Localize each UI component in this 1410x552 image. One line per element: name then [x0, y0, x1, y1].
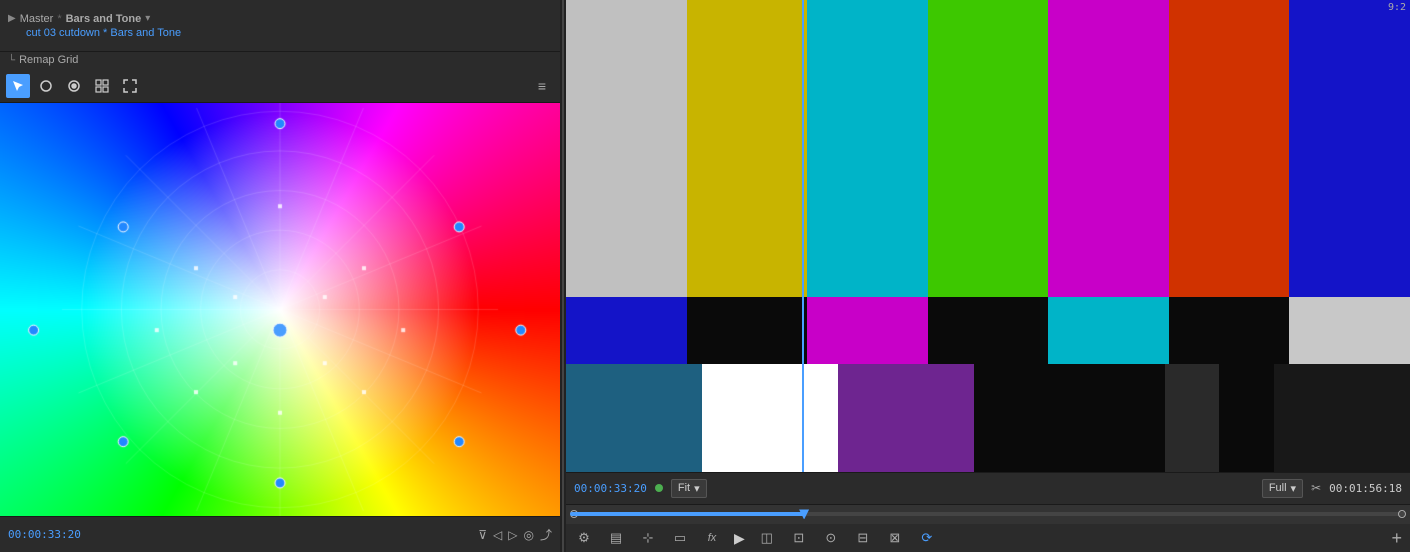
filter-icon[interactable]: ⊽	[478, 528, 487, 542]
playback-controls-row: 00:00:33:20 Fit ▾ Full ▾ ✂ 00:01:56:18	[566, 473, 1410, 505]
fit-label: Fit	[678, 482, 690, 494]
badge-text: 9:2	[1388, 2, 1406, 13]
bot-black1	[974, 364, 1110, 472]
left-panel: ▶ Master * Bars and Tone ▾ cut 03 cutdow…	[0, 0, 560, 552]
remap-row: └ Remap Grid	[0, 52, 560, 70]
remap-indent: └	[8, 55, 15, 66]
smpte-top-row	[566, 0, 1410, 297]
bot-near-black	[1274, 364, 1410, 472]
breadcrumb-title[interactable]: Bars and Tone	[66, 13, 142, 25]
timecode-left: 00:00:33:20	[8, 528, 81, 541]
quality-dropdown-arrow: ▾	[1291, 482, 1297, 495]
smpte-middle-row	[566, 297, 1410, 364]
bot-dark-gray	[1165, 364, 1219, 472]
playhead-indicator-video	[802, 0, 804, 472]
menu-icon: ≡	[538, 78, 546, 94]
divider-line	[562, 0, 564, 552]
bar-cyan	[807, 0, 928, 297]
smpte-bottom-row	[566, 364, 1410, 472]
mid-black3	[1169, 297, 1290, 364]
circle-tool-button[interactable]	[34, 74, 58, 98]
mid-black1	[687, 297, 808, 364]
bar-gray	[566, 0, 687, 297]
layout-icon[interactable]: ⊠	[885, 528, 905, 548]
bot-purple	[838, 364, 974, 472]
scissors-icon[interactable]: ✂	[1311, 481, 1321, 495]
bot-white	[702, 364, 838, 472]
smpte-bars	[566, 0, 1410, 472]
bot-black2	[1111, 364, 1165, 472]
scrubber-fill	[570, 512, 804, 516]
mid-blue	[566, 297, 687, 364]
mask-icon[interactable]: ▭	[670, 528, 690, 548]
cut-label[interactable]: cut 03 cutdown * Bars and Tone	[26, 27, 181, 39]
motion-icon[interactable]: ⟳	[917, 528, 937, 548]
color-wheel-container[interactable]	[0, 103, 560, 516]
bar-red	[1169, 0, 1290, 297]
remap-label[interactable]: Remap Grid	[19, 54, 78, 66]
breadcrumb-master: Master	[20, 13, 54, 25]
bottom-icons: ⊽ ◁ ▷ ◎ ⤴	[478, 526, 552, 543]
breadcrumb-sep1: *	[57, 13, 61, 25]
timecode-display-right[interactable]: 00:01:56:18	[1329, 482, 1402, 495]
scrubber-dot-right	[1398, 510, 1406, 518]
add-icon[interactable]: +	[1391, 528, 1402, 549]
bot-black3	[1219, 364, 1273, 472]
breadcrumb-arrow: ▶	[8, 13, 16, 24]
bottom-toolbar: ⚙ ▤ ⊹ ▭ fx ▶ ◫ ⊡ ⊙ ⊟ ⊠ ⟳ +	[566, 524, 1410, 552]
bar-green	[928, 0, 1049, 297]
video-preview: 9:2	[566, 0, 1410, 472]
point-tool-button[interactable]	[62, 74, 86, 98]
fit-dropdown[interactable]: Fit ▾	[671, 479, 707, 498]
bar-blue	[1289, 0, 1410, 297]
bar-magenta	[1048, 0, 1169, 297]
green-dot	[655, 484, 663, 492]
dropdown-arrow: ▾	[145, 13, 150, 24]
multicam-icon[interactable]: ⊟	[853, 528, 873, 548]
settings-icon[interactable]: ⚙	[574, 528, 594, 548]
color-wheel-canvas[interactable]	[0, 103, 560, 516]
breadcrumb: ▶ Master * Bars and Tone ▾	[8, 13, 552, 25]
step-back-icon[interactable]: ◁	[493, 528, 502, 542]
fit-dropdown-arrow: ▾	[694, 482, 700, 495]
camera-icon[interactable]: ⊙	[821, 528, 841, 548]
mid-black2	[928, 297, 1049, 364]
slip-icon[interactable]: ⊡	[789, 528, 809, 548]
left-bottom-bar: 00:00:33:20 ⊽ ◁ ▷ ◎ ⤴	[0, 516, 560, 552]
mid-magenta	[807, 297, 928, 364]
circle-icon-bottom[interactable]: ◎	[524, 528, 534, 542]
snap-icon[interactable]: ⊹	[638, 528, 658, 548]
scrubber-track[interactable]	[570, 512, 1406, 516]
right-panel: 9:2 00:00:33:20 Fit ▾ Full ▾ ✂ 00:01:56:…	[566, 0, 1410, 552]
menu-button[interactable]: ≡	[530, 74, 554, 98]
play-icon[interactable]: ▶	[734, 530, 745, 547]
top-bar: ▶ Master * Bars and Tone ▾ cut 03 cutdow…	[0, 0, 560, 52]
edit-icon[interactable]: ▤	[606, 528, 626, 548]
toolbar: ≡	[0, 70, 560, 103]
step-forward-icon[interactable]: ▷	[508, 528, 517, 542]
quality-dropdown[interactable]: Full ▾	[1262, 479, 1303, 498]
quality-label: Full	[1269, 482, 1287, 494]
timecode-display-left[interactable]: 00:00:33:20	[574, 482, 647, 495]
select-tool-button[interactable]	[6, 74, 30, 98]
grid-tool-button[interactable]	[90, 74, 114, 98]
timeline-scrubber[interactable]	[566, 505, 1410, 525]
bar-yellow	[687, 0, 808, 297]
trim-icon[interactable]: ◫	[757, 528, 777, 548]
fx-icon[interactable]: fx	[702, 528, 722, 548]
expand-tool-button[interactable]	[118, 74, 142, 98]
export-icon[interactable]: ⤴	[540, 526, 552, 543]
breadcrumb-row2: cut 03 cutdown * Bars and Tone	[8, 27, 552, 39]
timeline-area: 00:00:33:20 Fit ▾ Full ▾ ✂ 00:01:56:18	[566, 472, 1410, 552]
mid-gray	[1289, 297, 1410, 364]
bot-dark-cyan	[566, 364, 702, 472]
mid-cyan	[1048, 297, 1169, 364]
timecode-badge: 9:2	[1384, 0, 1410, 15]
